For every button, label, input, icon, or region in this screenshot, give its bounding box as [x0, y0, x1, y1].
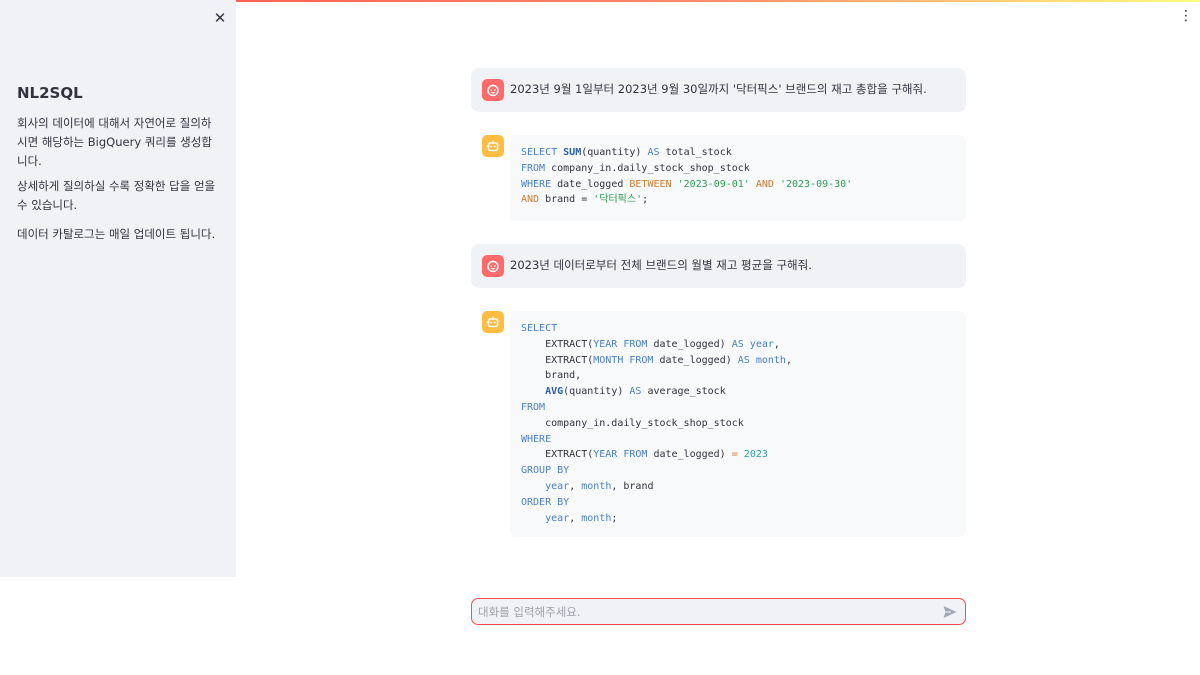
code-line: FROM [521, 401, 546, 413]
sidebar-close-icon[interactable]: ✕ [210, 8, 230, 28]
send-icon[interactable] [942, 604, 958, 620]
assistant-code-block[interactable]: SELECT EXTRACT(YEAR FROM date_logged) AS… [510, 311, 966, 537]
code-line: EXTRACT(YEAR FROM date_logged) = 2023 [521, 449, 768, 461]
code-line: ORDER BY [521, 496, 570, 508]
code-line: AVG(quantity) AS average_stock [545, 386, 726, 398]
code-line: WHERE date_logged BETWEEN '2023-09-01' A… [521, 178, 853, 190]
code-line: GROUP BY [521, 465, 570, 477]
code-line: AND brand = '닥터픽스'; [521, 194, 649, 206]
user-message-text: 2023년 데이터로부터 전체 브랜드의 월별 재고 평균을 구해줘. [510, 258, 812, 272]
user-face-icon [482, 79, 504, 101]
code-line: year, month, brand [545, 480, 654, 492]
assistant-code-block[interactable]: SELECT SUM(quantity) AS total_stock FROM… [510, 135, 966, 221]
code-line: company_in.daily_stock_shop_stock [521, 417, 744, 429]
code-line: SELECT SUM(quantity) AS total_stock [521, 147, 732, 158]
sidebar-description: 회사의 데이터에 대해서 자연어로 질의하시면 해당하는 BigQuery 쿼리… [17, 116, 212, 168]
bot-icon [482, 311, 504, 333]
chat-input[interactable] [478, 601, 933, 622]
main-menu-icon[interactable]: ⋮ [1178, 6, 1194, 26]
code-line: EXTRACT(MONTH FROM date_logged) AS month… [521, 354, 792, 366]
sidebar-update-note: 데이터 카탈로그는 매일 업데이트 됩니다. [17, 227, 216, 241]
sidebar: ✕ NL2SQL 회사의 데이터에 대해서 자연어로 질의하시면 해당하는 Bi… [0, 0, 236, 577]
chat-input-container [471, 598, 966, 625]
user-face-icon [482, 255, 504, 277]
user-message-text: 2023년 9월 1일부터 2023년 9월 30일까지 '닥터픽스' 브랜드의… [510, 82, 927, 96]
bot-icon [482, 135, 504, 157]
code-line: SELECT [521, 323, 558, 334]
code-line: WHERE [521, 433, 552, 445]
code-line: year, month; [545, 512, 618, 524]
sidebar-tip: 상세하게 질의하실 수록 정확한 답을 얻을 수 있습니다. [17, 179, 216, 212]
code-line: brand, [521, 370, 582, 382]
code-line: EXTRACT(YEAR FROM date_logged) AS year, [521, 338, 780, 350]
sidebar-title: NL2SQL [17, 84, 83, 102]
code-line: FROM company_in.daily_stock_shop_stock [521, 162, 750, 174]
